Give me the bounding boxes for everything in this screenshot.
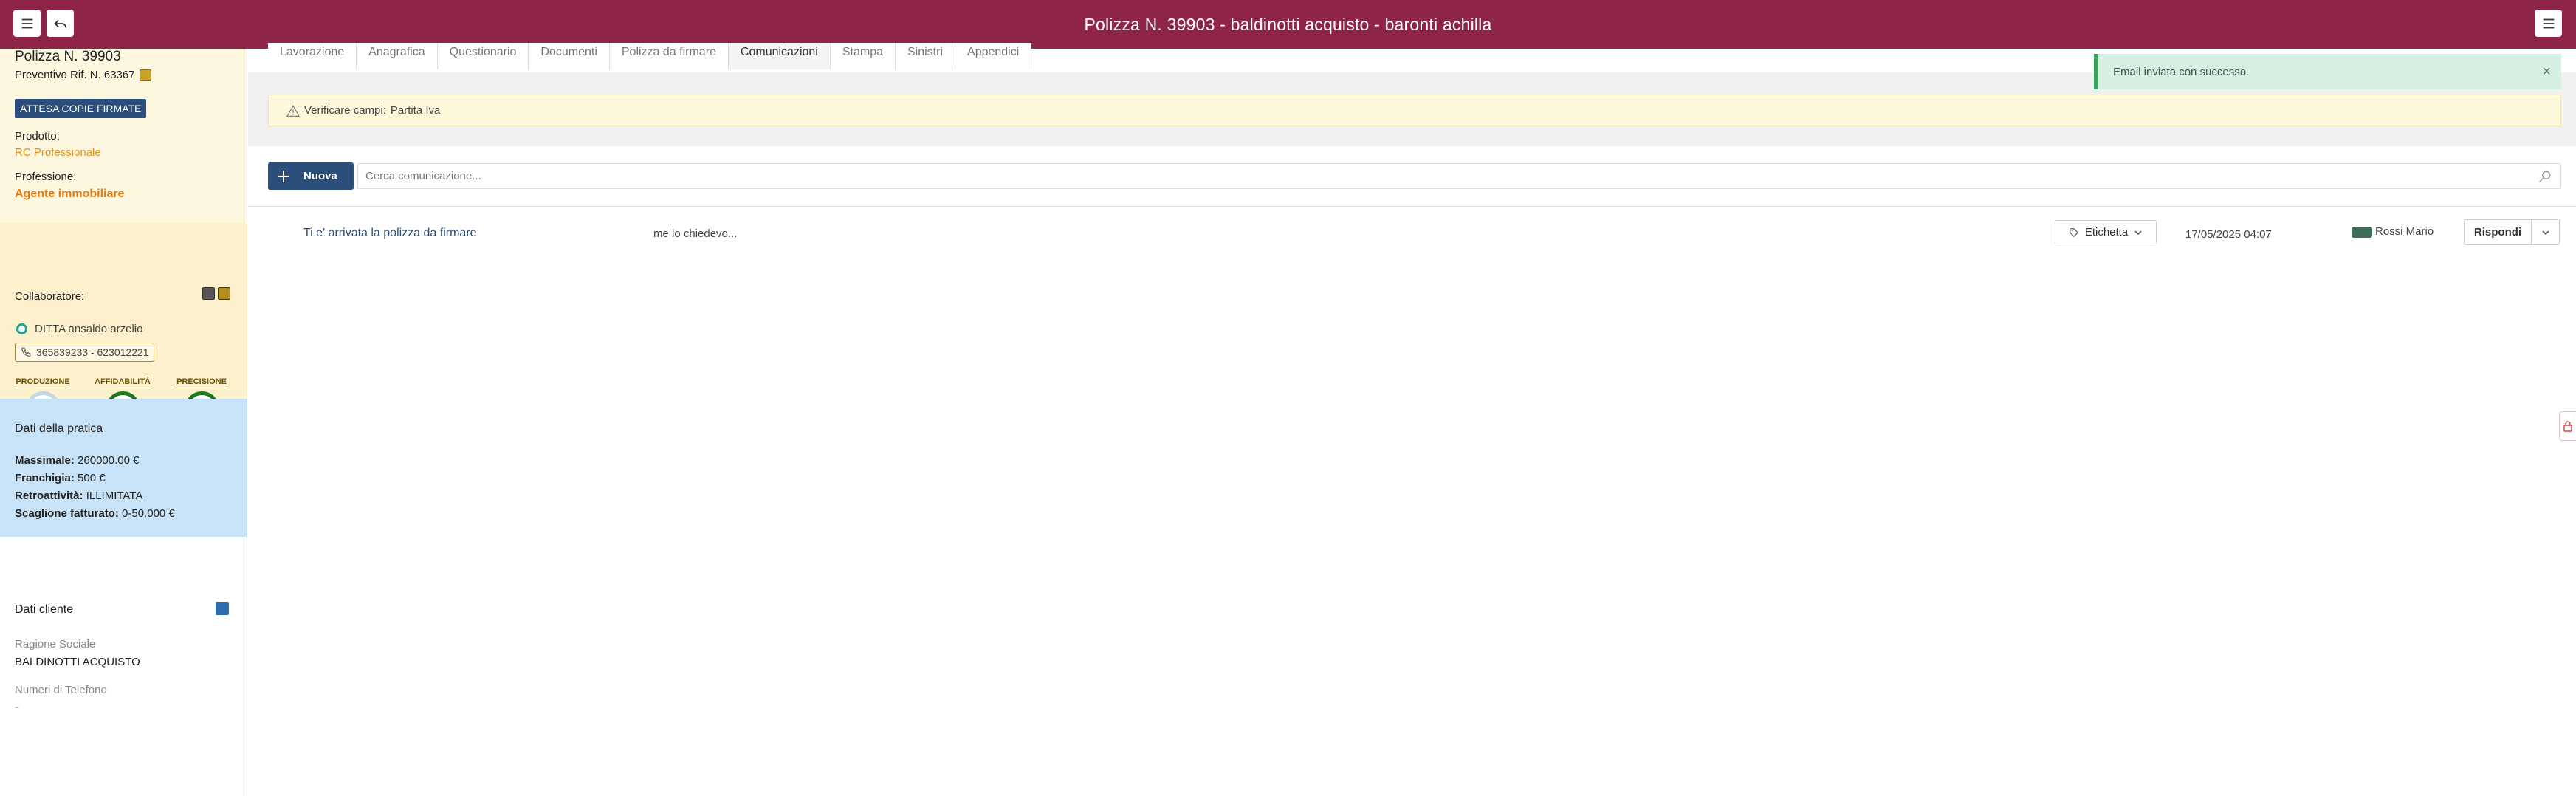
collaborator-details: DITTA ansaldo arzelio 365839233 - 623012…	[0, 223, 247, 426]
profession-label: Professione:	[15, 171, 77, 183]
tab-anagrafica[interactable]: Anagrafica	[357, 43, 438, 69]
quote-reference: Preventivo Rif. N. 63367	[15, 69, 151, 81]
tab-documenti[interactable]: Documenti	[529, 43, 610, 69]
company-name-value: BALDINOTTI ACQUISTO	[15, 656, 140, 668]
phone-icon	[21, 347, 31, 357]
chevron-down-icon	[2541, 230, 2549, 235]
practice-row-label: Franchigia:	[15, 472, 75, 484]
lock-icon	[2563, 421, 2572, 432]
profession-value: Agente immobiliare	[15, 188, 125, 200]
warning-prefix: Verificare campi:	[304, 104, 386, 117]
status-badge: ATTESA COPIE FIRMATE	[15, 99, 147, 118]
practice-row-value: 0-50.000 €	[122, 507, 175, 520]
practice-row-value: ILLIMITATA	[86, 490, 143, 502]
tab-bar: Lavorazione Anagrafica Questionario Docu…	[268, 43, 1032, 69]
tab-stampa[interactable]: Stampa	[830, 43, 896, 69]
collaborator-company: DITTA ansaldo arzelio	[16, 323, 142, 335]
practice-row: Franchigia: 500 €	[15, 470, 175, 487]
practice-data-section: Dati della pratica Massimale: 260000.00 …	[0, 399, 247, 537]
tag-label: Etichetta	[2084, 226, 2129, 239]
undo-arrow-icon	[53, 19, 66, 28]
practice-row-value: 260000.00 €	[78, 454, 140, 467]
collaborator-phone-number: 365839233 - 623012221	[36, 346, 149, 358]
practice-row-label: Scaglione fatturato:	[15, 507, 119, 520]
back-button[interactable]	[47, 10, 74, 37]
tag-dropdown[interactable]: Etichetta	[2055, 220, 2157, 244]
policy-summary: Polizza N. 39903 Preventivo Rif. N. 6336…	[0, 49, 247, 223]
close-icon[interactable]: ×	[2542, 64, 2551, 80]
practice-data-title: Dati della pratica	[15, 422, 103, 435]
tab-lavorazione[interactable]: Lavorazione	[268, 43, 357, 69]
right-menu-button[interactable]	[2535, 10, 2562, 37]
communication-date: 17/05/2025 04:07	[2185, 228, 2272, 241]
product-label: Prodotto:	[15, 130, 60, 143]
communication-preview: me lo chiedevo...	[653, 227, 738, 240]
document-link-icon[interactable]	[139, 69, 151, 81]
kpi-label: PRODUZIONE	[16, 377, 70, 386]
new-communication-label: Nuova	[303, 170, 337, 182]
tab-sinistri[interactable]: Sinistri	[896, 43, 956, 69]
client-data-title: Dati cliente	[15, 603, 74, 616]
practice-row-label: Retroattività:	[15, 490, 83, 502]
communication-row[interactable]: Ti e' arrivata la polizza da firmare me …	[248, 210, 2576, 255]
top-bar: Polizza N. 39903 - baldinotti acquisto -…	[0, 0, 2576, 49]
tab-polizza-da-firmare[interactable]: Polizza da firmare	[609, 43, 729, 69]
avatar	[2352, 227, 2372, 238]
side-panel-toggle[interactable]	[2559, 411, 2576, 441]
page-title: Polizza N. 39903 - baldinotti acquisto -…	[1084, 14, 1492, 34]
practice-data-list: Massimale: 260000.00 € Franchigia: 500 €…	[15, 452, 175, 523]
hamburger-icon	[21, 18, 32, 28]
tab-questionario[interactable]: Questionario	[437, 43, 529, 69]
warning-icon	[286, 104, 300, 117]
phone-numbers-value: -	[15, 701, 18, 713]
tab-comunicazioni[interactable]: Comunicazioni	[728, 43, 831, 69]
status-dot-icon	[16, 323, 27, 334]
search-communication-input[interactable]	[357, 163, 2561, 189]
plus-icon	[278, 170, 289, 182]
phone-numbers-label: Numeri di Telefono	[15, 684, 107, 696]
practice-row-value: 500 €	[78, 472, 106, 484]
toast-message: Email inviata con successo.	[2113, 65, 2250, 78]
reply-options-button[interactable]	[2531, 219, 2560, 245]
practice-row-label: Massimale:	[15, 454, 75, 467]
communication-user: Rossi Mario	[2375, 225, 2434, 238]
search-icon[interactable]	[2538, 169, 2552, 184]
tag-icon	[2069, 227, 2078, 237]
edit-client-icon[interactable]	[216, 602, 229, 615]
search-toolbar: Nuova	[248, 151, 2576, 207]
chevron-down-icon	[2134, 230, 2142, 235]
collaborator-company-name: DITTA ansaldo arzelio	[35, 323, 143, 335]
warning-alert: Verificare campi: Partita Iva	[268, 95, 2561, 126]
kpi-label: AFFIDABILITÀ	[95, 377, 151, 386]
practice-row: Retroattività: ILLIMITATA	[15, 487, 175, 505]
hamburger-icon	[2543, 18, 2554, 28]
collaborator-phone[interactable]: 365839233 - 623012221	[15, 343, 154, 362]
communication-subject[interactable]: Ti e' arrivata la polizza da firmare	[303, 227, 477, 240]
practice-row: Scaglione fatturato: 0-50.000 €	[15, 505, 175, 523]
kpi-label: PRECISIONE	[176, 377, 227, 386]
tab-appendici[interactable]: Appendici	[955, 43, 1032, 69]
sidebar: Polizza N. 39903 Preventivo Rif. N. 6336…	[0, 49, 247, 796]
company-name-label: Ragione Sociale	[15, 638, 96, 651]
hamburger-menu-button[interactable]	[13, 10, 41, 37]
product-value: RC Professionale	[15, 146, 101, 159]
policy-number: Polizza N. 39903	[15, 49, 121, 64]
warning-field: Partita Iva	[390, 104, 441, 117]
quote-reference-text: Preventivo Rif. N. 63367	[15, 69, 135, 81]
new-communication-button[interactable]: Nuova	[268, 162, 354, 190]
practice-row: Massimale: 260000.00 €	[15, 452, 175, 470]
success-toast: Email inviata con successo. ×	[2094, 54, 2561, 89]
reply-button[interactable]: Rispondi	[2464, 219, 2532, 245]
